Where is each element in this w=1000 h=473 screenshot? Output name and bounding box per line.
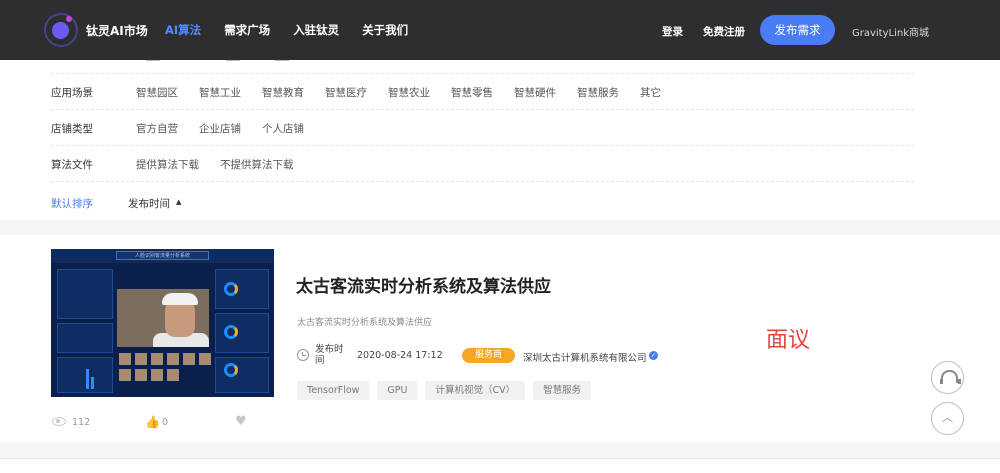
nav-link-about[interactable]: 关于我们: [362, 22, 408, 38]
product-thumbnail[interactable]: 人脸识别客流量分析系统: [51, 249, 274, 397]
filter-label-scene: 应用场景: [51, 87, 93, 99]
filter-option[interactable]: 智慧医疗: [325, 85, 367, 100]
provider-badge: 服务商: [462, 348, 515, 363]
algorithm-card[interactable]: 人脸识别客流量分析系统 太古客流实时分析系统及算法供应 太古客流实时分析系统及算…: [0, 235, 1000, 442]
sort-default[interactable]: 默认排序: [51, 196, 93, 211]
filter-option[interactable]: 智慧教育: [262, 85, 304, 100]
filter-row-clipped: [51, 60, 914, 74]
tag: 计算机视觉（CV）: [425, 381, 526, 400]
filter-row-scene: 应用场景 智慧园区 智慧工业 智慧教育 智慧医疗 智慧农业 智慧零售 智慧硬件 …: [51, 74, 914, 110]
filter-option[interactable]: 智慧零售: [451, 85, 493, 100]
nav-link-demand-square[interactable]: 需求广场: [224, 22, 270, 38]
publish-date: 2020-08-24 17:12: [357, 350, 443, 361]
filter-row-shop-type: 店铺类型 官方自营 企业店铺 个人店铺: [51, 110, 914, 146]
filter-label-algorithm-file: 算法文件: [51, 159, 93, 171]
filter-option[interactable]: 其它: [640, 85, 661, 100]
mall-link[interactable]: GravityLink商城: [852, 24, 929, 39]
filter-option[interactable]: 个人店铺: [262, 121, 304, 136]
filter-option[interactable]: 智慧工业: [199, 85, 241, 100]
tag: GPU: [377, 381, 418, 400]
like-count: 0: [162, 417, 169, 428]
sort-asc-icon[interactable]: ▲: [176, 198, 181, 206]
publish-demand-button[interactable]: 发布需求: [760, 15, 835, 45]
customer-service-button[interactable]: [931, 361, 964, 394]
top-nav: 钛灵AI市场 AI算法 需求广场 入驻钛灵 关于我们 登录 免费注册 发布需求 …: [0, 0, 1000, 60]
filter-options-scene: 智慧园区 智慧工业 智慧教育 智慧医疗 智慧农业 智慧零售 智慧硬件 智慧服务 …: [136, 85, 661, 100]
like-icon[interactable]: 👍: [145, 415, 160, 429]
filter-option[interactable]: 智慧服务: [577, 85, 619, 100]
price-negotiable: 面议: [766, 328, 811, 353]
chevron-up-icon: ︿: [942, 411, 953, 424]
view-count: 112: [72, 417, 91, 428]
filter-options-shop-type: 官方自营 企业店铺 个人店铺: [136, 121, 304, 136]
nav-link-join[interactable]: 入驻钛灵: [293, 22, 339, 38]
logo-icon[interactable]: [44, 13, 78, 47]
brand-name[interactable]: 钛灵AI市场: [86, 22, 148, 39]
filter-option[interactable]: 智慧园区: [136, 85, 178, 100]
filter-option[interactable]: 官方自营: [136, 121, 178, 136]
filter-option[interactable]: 企业店铺: [199, 121, 241, 136]
tag: TensorFlow: [297, 381, 370, 400]
eye-icon: [52, 417, 66, 426]
nav-link-ai-algorithm[interactable]: AI算法: [165, 22, 201, 38]
filter-option[interactable]: 提供算法下载: [136, 157, 199, 172]
verified-icon: ✓: [649, 351, 658, 360]
favorite-icon[interactable]: ♥: [235, 414, 247, 429]
filter-options-algorithm-file: 提供算法下载 不提供算法下载: [136, 157, 294, 172]
tag: 智慧服务: [533, 381, 592, 400]
filter-row-algorithm-file: 算法文件 提供算法下载 不提供算法下载: [51, 146, 914, 182]
tag-list: TensorFlow GPU 计算机视觉（CV） 智慧服务: [297, 381, 592, 400]
nav-links: AI算法 需求广场 入驻钛灵 关于我们: [165, 22, 408, 38]
filter-option[interactable]: 智慧硬件: [514, 85, 556, 100]
sort-publish-time[interactable]: 发布时间: [128, 196, 170, 211]
clock-icon: [297, 349, 309, 361]
thumbnail-title: 人脸识别客流量分析系统: [116, 251, 209, 260]
next-card-edge: [0, 458, 1000, 473]
filter-option[interactable]: 智慧农业: [388, 85, 430, 100]
card-subtitle: 太古客流实时分析系统及算法供应: [297, 318, 433, 328]
filter-label-shop-type: 店铺类型: [51, 123, 93, 135]
back-to-top-button[interactable]: ︿: [931, 402, 964, 435]
video-preview: [117, 289, 209, 347]
register-link[interactable]: 免费注册: [703, 24, 745, 39]
card-title[interactable]: 太古客流实时分析系统及算法供应: [296, 272, 551, 297]
company-name[interactable]: 深圳太古计算机系统有限公司: [523, 350, 647, 364]
filter-option[interactable]: 不提供算法下载: [220, 157, 294, 172]
publish-time-label: 发布时间: [315, 344, 344, 366]
login-link[interactable]: 登录: [662, 24, 683, 39]
